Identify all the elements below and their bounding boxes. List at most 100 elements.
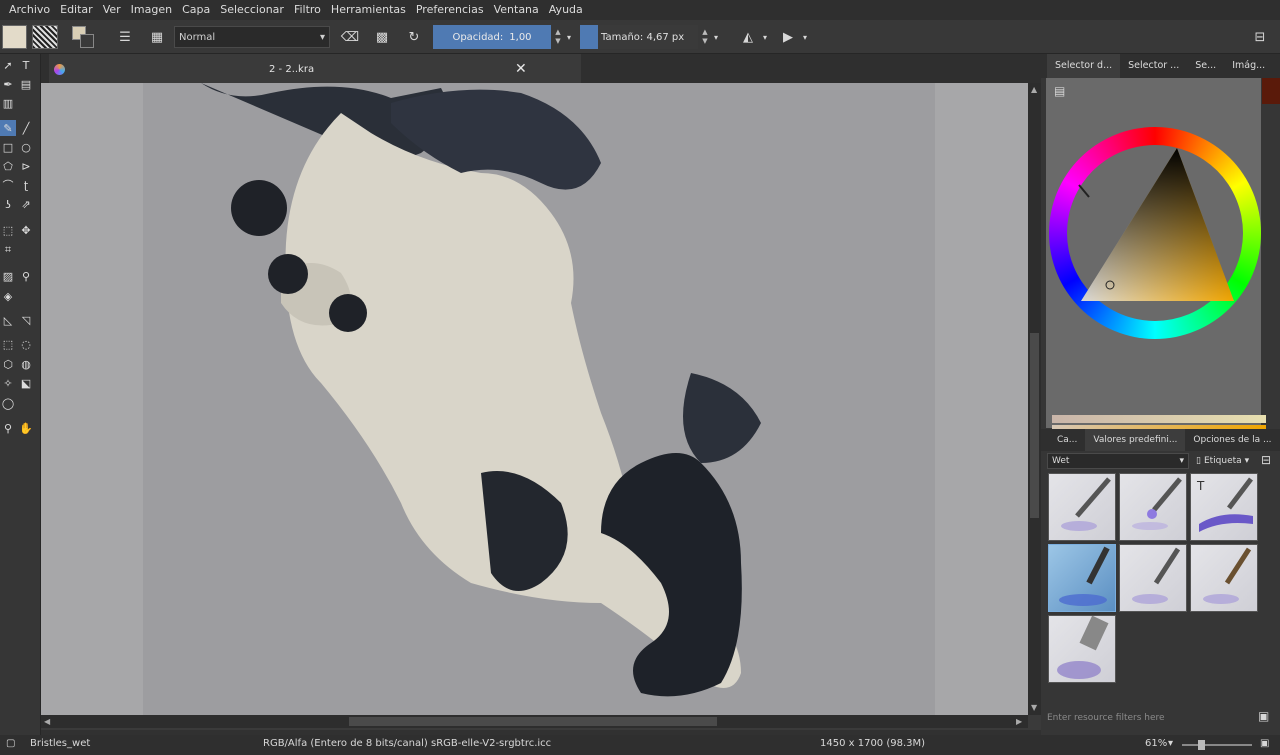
save-filter-icon[interactable]: ▣ xyxy=(1258,709,1269,723)
chevron-down-icon[interactable]: ▾ xyxy=(563,25,575,49)
edit-shapes-icon[interactable]: ▤ xyxy=(18,76,34,92)
vertical-scrollbar[interactable]: ▲ ▼ xyxy=(1028,83,1041,715)
canvas[interactable] xyxy=(41,83,1028,715)
chevron-down-icon[interactable]: ▾ xyxy=(760,25,770,49)
text-icon[interactable]: T xyxy=(18,57,34,73)
line-icon[interactable]: ╱ xyxy=(18,120,34,136)
preset-view-icon[interactable]: ⊟ xyxy=(1261,453,1271,467)
horizontal-scroll-thumb[interactable] xyxy=(349,717,717,726)
transform-icon[interactable]: ⬚ xyxy=(0,222,16,238)
horizontal-scrollbar[interactable]: ◀ ▶ xyxy=(41,715,1028,728)
measure-icon[interactable]: ◹ xyxy=(18,312,34,328)
reload-preset-icon[interactable]: ↻ xyxy=(402,25,426,49)
menu-archivo[interactable]: Archivo xyxy=(4,0,55,20)
freehand-path-icon[interactable]: ʈ xyxy=(18,177,34,193)
menu-seleccionar[interactable]: Seleccionar xyxy=(215,0,289,20)
blend-mode-select[interactable]: Normal ▾ xyxy=(174,26,330,48)
workspace-grid-icon[interactable]: ▦ xyxy=(145,25,169,49)
calligraphy-icon[interactable]: ✒ xyxy=(0,76,16,92)
ellipse-select-icon[interactable]: ◌ xyxy=(18,336,34,352)
tab-color-selector[interactable]: Selector d... xyxy=(1047,54,1121,78)
tab-brush-presets[interactable]: Valores predefini... xyxy=(1085,429,1186,451)
ellipse-icon[interactable]: ○ xyxy=(18,139,34,155)
tab-tool-options[interactable]: Opciones de la ... xyxy=(1185,429,1279,451)
chevron-down-icon[interactable]: ▾ xyxy=(710,25,722,49)
bezier-icon[interactable]: ⌒ xyxy=(0,177,16,193)
similar-select-icon[interactable]: ⬕ xyxy=(18,375,34,391)
zoom-slider[interactable] xyxy=(1182,740,1252,750)
polygon-select-icon[interactable]: ⬡ xyxy=(0,356,16,372)
fill-icon[interactable]: ◈ xyxy=(0,288,16,304)
background-color-swatch[interactable] xyxy=(80,34,94,48)
vertical-scroll-thumb[interactable] xyxy=(1030,333,1039,518)
smart-patch-icon[interactable]: ⇗ xyxy=(18,196,34,212)
chevron-down-icon[interactable]: ▾ xyxy=(1168,738,1173,749)
brush-preset-tile[interactable] xyxy=(1190,544,1258,612)
contiguous-select-icon[interactable]: ✧ xyxy=(0,375,16,391)
document-tab[interactable]: 2 - 2..kra ✕ xyxy=(49,54,581,83)
pattern-swatch[interactable] xyxy=(32,25,58,49)
brush-icon[interactable]: ✎ xyxy=(0,120,16,136)
polygon-icon[interactable]: ⬠ xyxy=(0,158,16,174)
brush-preset-tile[interactable] xyxy=(1048,473,1116,541)
brush-preset-tile-selected[interactable] xyxy=(1048,544,1116,612)
right-dock: Selector d... Selector ... Se... Imág...… xyxy=(1041,54,1280,735)
gradient-icon[interactable]: ▨ xyxy=(0,268,16,284)
resource-filter-input[interactable]: Enter resource filters here xyxy=(1047,709,1247,727)
brush-settings-icon[interactable]: ☰ xyxy=(113,25,137,49)
chevron-down-icon: ▾ xyxy=(1244,456,1250,466)
document-area: 2 - 2..kra ✕ ▲ ▼ ◀ ▶ xyxy=(41,54,1041,730)
sv-triangle[interactable] xyxy=(1046,78,1261,428)
assistant-icon[interactable]: ◺ xyxy=(0,312,16,328)
multibrush-icon[interactable]: ▥ xyxy=(0,95,16,111)
size-slider[interactable]: Tamaño: 4,67 px xyxy=(580,25,698,49)
tag-select[interactable]: ▯ Etiqueta ▾ xyxy=(1196,453,1258,469)
eyedropper-icon[interactable]: ⚲ xyxy=(18,268,34,284)
current-color-chip xyxy=(1262,78,1280,104)
scroll-left-icon[interactable]: ◀ xyxy=(44,717,50,726)
scroll-down-icon[interactable]: ▼ xyxy=(1031,703,1037,712)
brush-preset-tile[interactable]: T xyxy=(1190,473,1258,541)
alpha-lock-icon[interactable]: ▩ xyxy=(370,25,394,49)
menu-ver[interactable]: Ver xyxy=(98,0,126,20)
mirror-vertical-icon[interactable]: ▶ xyxy=(776,25,800,49)
chevron-down-icon[interactable]: ▾ xyxy=(800,25,810,49)
rect-icon[interactable]: □ xyxy=(0,139,16,155)
menu-editar[interactable]: Editar xyxy=(55,0,98,20)
zoom-icon[interactable]: ⚲ xyxy=(0,420,16,436)
tab-se[interactable]: Se... xyxy=(1187,54,1225,78)
menu-ayuda[interactable]: Ayuda xyxy=(544,0,588,20)
freehand-select-icon[interactable]: ◍ xyxy=(18,356,34,372)
fit-view-icon[interactable]: ▣ xyxy=(1260,738,1269,749)
rect-select-icon[interactable]: ⬚ xyxy=(0,336,16,352)
dynamic-brush-icon[interactable]: ʖ xyxy=(0,196,16,212)
brush-preset-tile[interactable] xyxy=(1119,473,1187,541)
menu-imagen[interactable]: Imagen xyxy=(126,0,177,20)
menu-filtro[interactable]: Filtro xyxy=(289,0,326,20)
preset-filter-select[interactable]: Wet ▾ xyxy=(1047,453,1189,469)
bezier-select-icon[interactable]: ◯ xyxy=(0,395,16,411)
brush-preset-swatch[interactable] xyxy=(2,25,27,49)
zoom-slider-handle[interactable] xyxy=(1198,740,1205,750)
menu-ventana[interactable]: Ventana xyxy=(489,0,544,20)
menu-herramientas[interactable]: Herramientas xyxy=(326,0,411,20)
dock-settings-icon[interactable]: ⊟ xyxy=(1248,25,1272,49)
pan-icon[interactable]: ✋ xyxy=(18,420,34,436)
tab-image[interactable]: Imág... xyxy=(1224,54,1274,78)
scroll-up-icon[interactable]: ▲ xyxy=(1031,85,1037,94)
tab-selector[interactable]: Selector ... xyxy=(1120,54,1188,78)
menu-preferencias[interactable]: Preferencias xyxy=(411,0,489,20)
tab-ca[interactable]: Ca... xyxy=(1049,429,1085,451)
brush-preset-tile[interactable] xyxy=(1119,544,1187,612)
move-icon[interactable]: ✥ xyxy=(18,222,34,238)
eraser-mode-icon[interactable]: ⌫ xyxy=(338,25,362,49)
menu-capa[interactable]: Capa xyxy=(177,0,215,20)
opacity-slider[interactable]: Opacidad: 1,00 xyxy=(433,25,551,49)
crop-icon[interactable]: ⌗ xyxy=(0,242,16,258)
scroll-right-icon[interactable]: ▶ xyxy=(1016,717,1022,726)
pointer-icon[interactable]: ➚ xyxy=(0,57,16,73)
close-icon[interactable]: ✕ xyxy=(515,61,527,77)
polyline-icon[interactable]: ⊳ xyxy=(18,158,34,174)
brush-preset-tile[interactable] xyxy=(1048,615,1116,683)
mirror-horizontal-icon[interactable]: ◭ xyxy=(736,25,760,49)
